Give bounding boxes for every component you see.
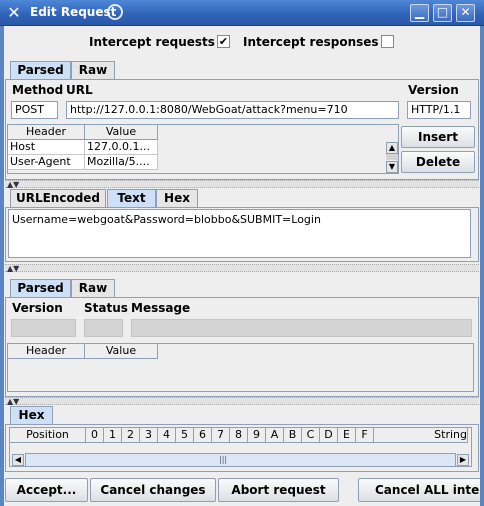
hex-string-column[interactable]: String <box>374 428 468 443</box>
cancel-all-intercepts-button[interactable]: Cancel ALL intercepts <box>358 478 480 502</box>
maximize-button[interactable]: □ <box>433 4 452 22</box>
response-message-label: Message <box>131 301 191 315</box>
cancel-all-clip: Cancel ALL intercepts <box>358 478 480 502</box>
accept-button[interactable]: Accept... <box>5 478 88 502</box>
horizontal-scrollbar[interactable]: ||| <box>25 453 456 467</box>
hex-byte-column[interactable]: 7 <box>212 428 230 443</box>
close-button[interactable]: ✕ <box>456 4 475 22</box>
value-column[interactable]: Value <box>85 125 158 140</box>
hex-byte-column[interactable]: 4 <box>158 428 176 443</box>
tab-response-hex[interactable]: Hex <box>10 406 53 425</box>
response-status-field <box>84 319 123 337</box>
version-field[interactable]: HTTP/1.1 <box>407 101 471 119</box>
tab-response-raw[interactable]: Raw <box>71 279 115 298</box>
minimize-icon: ▁ <box>414 5 425 19</box>
response-version-field <box>11 319 76 337</box>
window-frame-left <box>0 26 4 506</box>
hex-byte-column[interactable]: F <box>356 428 374 443</box>
scroll-down-icon[interactable]: ▼ <box>386 161 398 173</box>
header-column[interactable]: Header <box>8 125 85 140</box>
request-body-textarea[interactable]: Username=webgoat&Password=blobbo&SUBMIT=… <box>8 209 471 258</box>
hex-byte-column[interactable]: A <box>266 428 284 443</box>
window-frame-right <box>480 26 484 506</box>
method-label: Method <box>12 83 64 97</box>
scroll-left-icon[interactable]: ◀ <box>12 454 24 466</box>
intercept-requests-label: Intercept requests : <box>89 35 224 49</box>
x-app-icon: ✕ <box>7 3 21 22</box>
hex-header-row: Position 0 1 2 3 4 5 6 7 8 9 A B C D E F String <box>10 428 471 443</box>
minimize-button[interactable]: ▁ <box>410 4 429 22</box>
tab-body-hex[interactable]: Hex <box>156 189 198 208</box>
hex-position-column[interactable]: Position <box>10 428 86 443</box>
swirl-icon <box>107 4 123 20</box>
hex-byte-column[interactable]: 9 <box>248 428 266 443</box>
splitter-arrows-icon[interactable]: ▲▼ <box>7 265 19 273</box>
response-status-label: Status <box>84 301 128 315</box>
table-row-header-cell[interactable]: Host <box>8 140 85 155</box>
hex-byte-column[interactable]: 6 <box>194 428 212 443</box>
scroll-grip-icon: ||| <box>219 455 228 464</box>
hex-byte-column[interactable]: C <box>302 428 320 443</box>
maximize-icon: □ <box>436 5 449 19</box>
scroll-up-icon[interactable]: ▲ <box>386 142 398 154</box>
intercept-requests-checkbox[interactable]: ✔ <box>217 35 230 48</box>
splitter-2[interactable]: ▲▼ <box>5 264 479 273</box>
response-version-label: Version <box>12 301 63 315</box>
title-bar[interactable]: ✕ Edit Request ▁ □ ✕ <box>0 0 484 26</box>
hex-byte-column[interactable]: 8 <box>230 428 248 443</box>
tab-body-text[interactable]: Text <box>107 189 156 208</box>
hex-byte-column[interactable]: 0 <box>86 428 104 443</box>
value-column[interactable]: Value <box>85 344 158 359</box>
hex-byte-column[interactable]: B <box>284 428 302 443</box>
abort-request-button[interactable]: Abort request <box>218 478 339 502</box>
header-column[interactable]: Header <box>8 344 85 359</box>
hex-byte-column[interactable]: 2 <box>122 428 140 443</box>
intercept-responses-checkbox[interactable] <box>381 35 394 48</box>
hex-byte-column[interactable]: D <box>320 428 338 443</box>
response-message-field <box>131 319 472 337</box>
hex-byte-column[interactable]: 1 <box>104 428 122 443</box>
hex-byte-column[interactable]: 5 <box>176 428 194 443</box>
scroll-right-icon[interactable]: ▶ <box>457 454 469 466</box>
tab-body-urlencoded[interactable]: URLEncoded <box>10 189 106 208</box>
close-icon: ✕ <box>460 5 471 19</box>
intercept-responses-label: Intercept responses : <box>243 35 388 49</box>
hex-byte-column[interactable]: E <box>338 428 356 443</box>
splitter-arrows-icon[interactable]: ▲▼ <box>7 181 19 189</box>
splitter-1[interactable]: ▲▼ <box>5 180 479 189</box>
insert-button[interactable]: Insert <box>401 126 475 148</box>
version-label: Version <box>408 83 459 97</box>
cancel-changes-button[interactable]: Cancel changes <box>90 478 216 502</box>
table-row-value-cell[interactable]: 127.0.0.1... <box>85 140 158 155</box>
window-title: Edit Request <box>30 5 117 19</box>
splitter-arrows-icon[interactable]: ▲▼ <box>7 398 19 406</box>
tab-request-parsed[interactable]: Parsed <box>10 61 71 80</box>
table-row-value-cell[interactable]: Mozilla/5.... <box>85 155 158 170</box>
tab-response-parsed[interactable]: Parsed <box>10 279 71 298</box>
url-field[interactable]: http://127.0.0.1:8080/WebGoat/attack?men… <box>66 101 399 119</box>
scrollbar-track[interactable] <box>386 154 398 160</box>
hex-byte-column[interactable]: 3 <box>140 428 158 443</box>
delete-button[interactable]: Delete <box>401 151 475 173</box>
tab-request-raw[interactable]: Raw <box>71 61 115 80</box>
splitter-3[interactable]: ▲▼ <box>5 397 479 406</box>
url-label: URL <box>66 83 93 97</box>
method-field[interactable]: POST <box>11 101 58 119</box>
table-row-header-cell[interactable]: User-Agent <box>8 155 85 170</box>
